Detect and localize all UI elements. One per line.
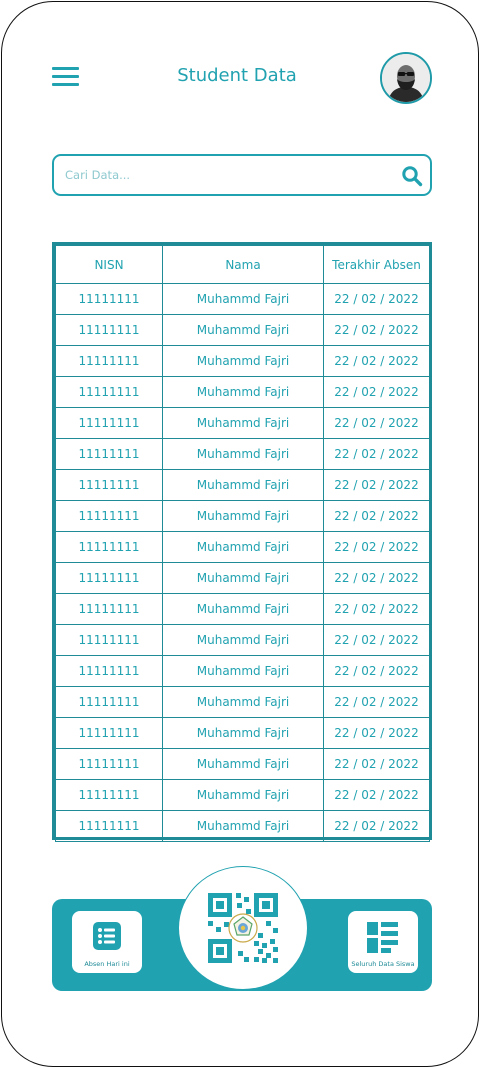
search-icon[interactable]	[401, 165, 423, 187]
cell-nisn: 11111111	[55, 593, 163, 625]
cell-terakhir-absen: 22 / 02 / 2022	[323, 500, 430, 532]
cell-nama: Muhammd Fajri	[162, 469, 324, 501]
cell-terakhir-absen: 22 / 02 / 2022	[323, 686, 430, 718]
cell-nama: Muhammd Fajri	[162, 779, 324, 811]
cell-terakhir-absen: 22 / 02 / 2022	[323, 624, 430, 656]
column-header-terakhir-absen[interactable]: Terakhir Absen	[323, 245, 430, 284]
cell-nisn: 11111111	[55, 500, 163, 532]
cell-terakhir-absen: 22 / 02 / 2022	[323, 717, 430, 749]
search-bar	[52, 154, 432, 196]
cell-nama: Muhammd Fajri	[162, 407, 324, 439]
cell-nisn: 11111111	[55, 438, 163, 470]
cell-nisn: 11111111	[55, 314, 163, 346]
cell-nama: Muhammd Fajri	[162, 500, 324, 532]
cell-nisn: 11111111	[55, 624, 163, 656]
cell-terakhir-absen: 22 / 02 / 2022	[323, 345, 430, 377]
cell-terakhir-absen: 22 / 02 / 2022	[323, 810, 430, 842]
table-row[interactable]: 11111111 Muhammd Fajri 22 / 02 / 2022	[55, 500, 430, 532]
table-row[interactable]: 11111111 Muhammd Fajri 22 / 02 / 2022	[55, 314, 430, 346]
student-table: NISN Nama Terakhir Absen 11111111 Muhammd…	[52, 242, 432, 842]
cell-nama: Muhammd Fajri	[162, 314, 324, 346]
qr-code-icon	[208, 893, 278, 963]
seluruh-data-siswa-button[interactable]: Seluruh Data Siswa	[348, 911, 418, 973]
cell-nisn: 11111111	[55, 376, 163, 408]
seluruh-data-siswa-label: Seluruh Data Siswa	[351, 960, 415, 968]
absen-hari-ini-label: Absen Hari ini	[84, 960, 130, 968]
cell-nama: Muhammd Fajri	[162, 810, 324, 842]
cell-terakhir-absen: 22 / 02 / 2022	[323, 376, 430, 408]
cell-nama: Muhammd Fajri	[162, 593, 324, 625]
cell-nama: Muhammd Fajri	[162, 655, 324, 687]
cell-nisn: 11111111	[55, 562, 163, 594]
cell-nama: Muhammd Fajri	[162, 748, 324, 780]
table-row[interactable]: 11111111 Muhammd Fajri 22 / 02 / 2022	[55, 376, 430, 408]
column-header-nisn[interactable]: NISN	[55, 245, 163, 284]
cell-nisn: 11111111	[55, 748, 163, 780]
cell-terakhir-absen: 22 / 02 / 2022	[323, 314, 430, 346]
absen-hari-ini-button[interactable]: Absen Hari ini	[72, 911, 142, 973]
cell-nama: Muhammd Fajri	[162, 438, 324, 470]
cell-terakhir-absen: 22 / 02 / 2022	[323, 593, 430, 625]
cell-nama: Muhammd Fajri	[162, 717, 324, 749]
cell-terakhir-absen: 22 / 02 / 2022	[323, 469, 430, 501]
cell-nama: Muhammd Fajri	[162, 283, 324, 315]
table-row[interactable]: 11111111 Muhammd Fajri 22 / 02 / 2022	[55, 748, 430, 780]
column-header-nama[interactable]: Nama	[162, 245, 324, 284]
list-icon	[93, 922, 121, 950]
cell-terakhir-absen: 22 / 02 / 2022	[323, 562, 430, 594]
table-row[interactable]: 11111111 Muhammd Fajri 22 / 02 / 2022	[55, 779, 430, 811]
cell-nama: Muhammd Fajri	[162, 624, 324, 656]
search-input[interactable]	[65, 165, 385, 185]
cell-terakhir-absen: 22 / 02 / 2022	[323, 748, 430, 780]
table-row[interactable]: 11111111 Muhammd Fajri 22 / 02 / 2022	[55, 624, 430, 656]
cell-nisn: 11111111	[55, 686, 163, 718]
cell-nama: Muhammd Fajri	[162, 345, 324, 377]
table-row[interactable]: 11111111 Muhammd Fajri 22 / 02 / 2022	[55, 345, 430, 377]
cell-terakhir-absen: 22 / 02 / 2022	[323, 779, 430, 811]
cell-terakhir-absen: 22 / 02 / 2022	[323, 655, 430, 687]
cell-nisn: 11111111	[55, 717, 163, 749]
phone-frame: Student Data NISN Nama	[1, 1, 479, 1067]
cell-nama: Muhammd Fajri	[162, 376, 324, 408]
cell-terakhir-absen: 22 / 02 / 2022	[323, 531, 430, 563]
cell-nama: Muhammd Fajri	[162, 531, 324, 563]
cell-nisn: 11111111	[55, 345, 163, 377]
table-row[interactable]: 11111111 Muhammd Fajri 22 / 02 / 2022	[55, 686, 430, 718]
cell-nisn: 11111111	[55, 531, 163, 563]
page-title: Student Data	[177, 65, 297, 86]
user-avatar[interactable]	[380, 52, 432, 104]
cell-nisn: 11111111	[55, 469, 163, 501]
table-row[interactable]: 11111111 Muhammd Fajri 22 / 02 / 2022	[55, 593, 430, 625]
cell-nisn: 11111111	[55, 810, 163, 842]
hamburger-menu-icon[interactable]	[52, 66, 80, 88]
cell-nisn: 11111111	[55, 655, 163, 687]
dashboard-icon	[367, 922, 398, 953]
cell-terakhir-absen: 22 / 02 / 2022	[323, 283, 430, 315]
table-row[interactable]: 11111111 Muhammd Fajri 22 / 02 / 2022	[55, 655, 430, 687]
table-header-row: NISN Nama Terakhir Absen	[55, 245, 430, 284]
table-row[interactable]: 11111111 Muhammd Fajri 22 / 02 / 2022	[55, 469, 430, 501]
table-row[interactable]: 11111111 Muhammd Fajri 22 / 02 / 2022	[55, 562, 430, 594]
table-row[interactable]: 11111111 Muhammd Fajri 22 / 02 / 2022	[55, 283, 430, 315]
table-row[interactable]: 11111111 Muhammd Fajri 22 / 02 / 2022	[55, 531, 430, 563]
cell-terakhir-absen: 22 / 02 / 2022	[323, 407, 430, 439]
cell-nisn: 11111111	[55, 407, 163, 439]
cell-nisn: 11111111	[55, 779, 163, 811]
table-row[interactable]: 11111111 Muhammd Fajri 22 / 02 / 2022	[55, 717, 430, 749]
cell-nama: Muhammd Fajri	[162, 686, 324, 718]
qr-scan-button[interactable]	[178, 866, 308, 990]
table-row[interactable]: 11111111 Muhammd Fajri 22 / 02 / 2022	[55, 810, 430, 842]
cell-nisn: 11111111	[55, 283, 163, 315]
table-row[interactable]: 11111111 Muhammd Fajri 22 / 02 / 2022	[55, 407, 430, 439]
cell-nama: Muhammd Fajri	[162, 562, 324, 594]
cell-terakhir-absen: 22 / 02 / 2022	[323, 438, 430, 470]
table-row[interactable]: 11111111 Muhammd Fajri 22 / 02 / 2022	[55, 438, 430, 470]
